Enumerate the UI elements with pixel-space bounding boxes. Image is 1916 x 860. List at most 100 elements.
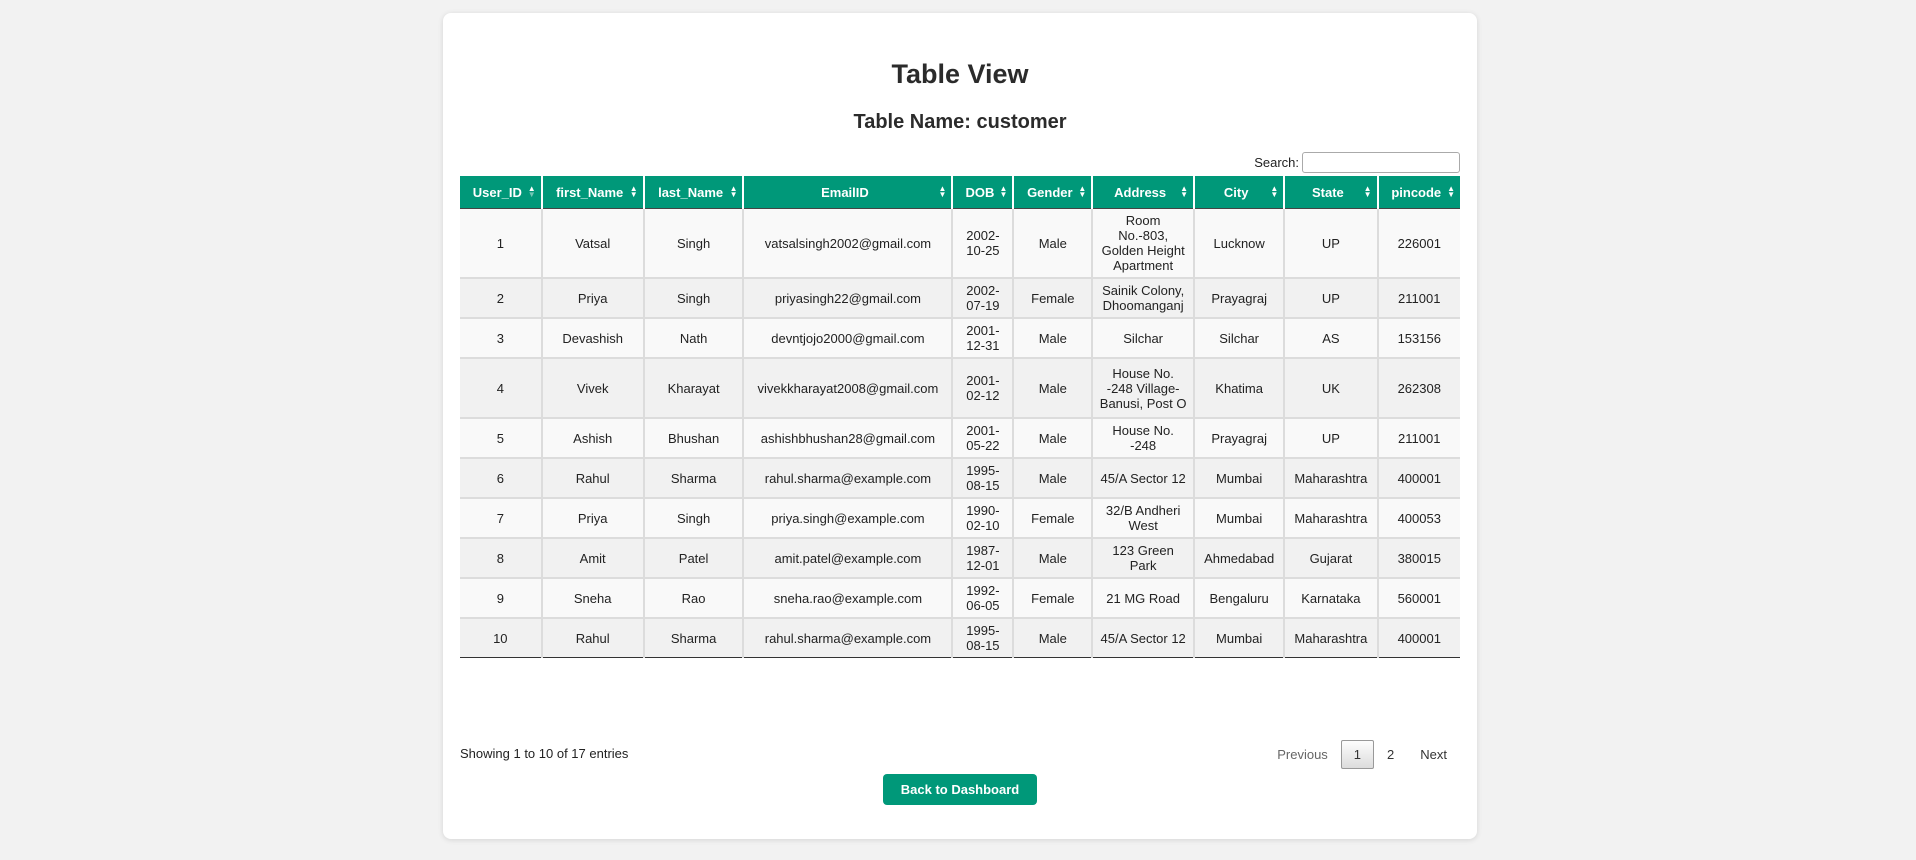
cell-user-id: 2 xyxy=(460,277,542,318)
cell-user-id: 7 xyxy=(460,497,542,538)
table-row: 3 Devashish Nath devntjojo2000@gmail.com 200… xyxy=(460,317,1460,358)
cell-state: Maharashtra xyxy=(1283,617,1378,658)
column-header-city[interactable]: City ▲ ▼ xyxy=(1193,176,1285,209)
cell-city: Ahmedabad xyxy=(1193,537,1285,578)
cell-user-id: 10 xyxy=(460,617,542,658)
previous-page-button[interactable]: Previous xyxy=(1264,740,1341,769)
next-page-button[interactable]: Next xyxy=(1407,740,1460,769)
cell-address: House No. -248 Village-Banusi, Post O xyxy=(1091,357,1195,418)
cell-state: UK xyxy=(1283,357,1378,418)
cell-first-name: Amit xyxy=(540,537,644,578)
column-header-user-id[interactable]: User_ID ▲ ▼ xyxy=(460,176,542,209)
table-row: 10 Rahul Sharma rahul.sharma@example.com 199… xyxy=(460,617,1460,658)
cell-first-name: Devashish xyxy=(540,317,644,358)
cell-last-name: Singh xyxy=(642,208,744,278)
cell-emailid: rahul.sharma@example.com xyxy=(742,617,953,658)
cell-state: UP xyxy=(1283,208,1378,278)
table-row: 5 Ashish Bhushan ashishbhushan28@gmail.com 2… xyxy=(460,417,1460,458)
cell-emailid: amit.patel@example.com xyxy=(742,537,953,578)
cell-gender: Male xyxy=(1012,417,1093,458)
table-header-row: User_ID ▲ ▼ first_Name ▲ ▼ last_Name ▲ ▼ EmailID ▲… xyxy=(460,176,1460,209)
cell-city: Khatima xyxy=(1193,357,1285,418)
cell-gender: Male xyxy=(1012,457,1093,498)
cell-pincode: 400053 xyxy=(1376,497,1460,538)
column-header-label: Address xyxy=(1114,184,1167,200)
column-header-gender[interactable]: Gender ▲ ▼ xyxy=(1012,176,1093,209)
cell-first-name: Rahul xyxy=(540,617,644,658)
cell-dob: 1992-06-05 xyxy=(951,577,1014,618)
cell-dob: 1990-02-10 xyxy=(951,497,1014,538)
cell-city: Lucknow xyxy=(1193,208,1285,278)
search-input[interactable] xyxy=(1302,152,1460,173)
cell-pincode: 262308 xyxy=(1376,357,1460,418)
page-1-button[interactable]: 1 xyxy=(1340,740,1375,769)
table-row: 8 Amit Patel amit.patel@example.com 1987-12-… xyxy=(460,537,1460,578)
column-header-state[interactable]: State ▲ ▼ xyxy=(1283,176,1378,209)
column-header-label: last_Name xyxy=(658,184,724,200)
cell-emailid: devntjojo2000@gmail.com xyxy=(742,317,953,358)
cell-address: House No. -248 xyxy=(1091,417,1195,458)
table-row: 1 Vatsal Singh vatsalsingh2002@gmail.com 200… xyxy=(460,208,1460,278)
table-row: 4 Vivek Kharayat vivekkharayat2008@gmail.co… xyxy=(460,357,1460,418)
sort-icon: ▲ ▼ xyxy=(1447,184,1455,199)
cell-last-name: Singh xyxy=(642,497,744,538)
column-header-emailid[interactable]: EmailID ▲ ▼ xyxy=(742,176,953,209)
back-to-dashboard-button[interactable]: Back to Dashboard xyxy=(883,774,1037,805)
cell-last-name: Patel xyxy=(642,537,744,578)
column-header-last-name[interactable]: last_Name ▲ ▼ xyxy=(642,176,744,209)
column-header-label: DOB xyxy=(965,184,995,200)
column-header-label: City xyxy=(1223,184,1249,200)
cell-gender: Male xyxy=(1012,357,1093,418)
cell-emailid: ashishbhushan28@gmail.com xyxy=(742,417,953,458)
cell-first-name: Priya xyxy=(540,497,644,538)
cell-last-name: Nath xyxy=(642,317,744,358)
cell-last-name: Bhushan xyxy=(642,417,744,458)
column-header-label: pincode xyxy=(1391,184,1442,200)
cell-state: Maharashtra xyxy=(1283,497,1378,538)
cell-state: UP xyxy=(1283,417,1378,458)
cell-city: Silchar xyxy=(1193,317,1285,358)
sort-icon: ▲ ▼ xyxy=(999,184,1008,199)
cell-emailid: sneha.rao@example.com xyxy=(742,577,953,618)
cell-last-name: Singh xyxy=(642,277,744,318)
cell-gender: Male xyxy=(1012,317,1093,358)
page-2-button[interactable]: 2 xyxy=(1374,740,1407,769)
cell-first-name: Ashish xyxy=(540,417,644,458)
column-header-address[interactable]: Address ▲ ▼ xyxy=(1091,176,1195,209)
cell-state: Gujarat xyxy=(1283,537,1378,578)
search-box: Search: xyxy=(1254,152,1460,173)
column-header-first-name[interactable]: first_Name ▲ ▼ xyxy=(540,176,644,209)
column-header-label: Gender xyxy=(1027,184,1073,200)
table-row: 2 Priya Singh priyasingh22@gmail.com 2002-07… xyxy=(460,277,1460,318)
pagination: Previous 1 2 Next xyxy=(1264,740,1460,769)
cell-address: 45/A Sector 12 xyxy=(1091,457,1195,498)
cell-emailid: vivekkharayat2008@gmail.com xyxy=(742,357,953,418)
cell-city: Prayagraj xyxy=(1193,277,1285,318)
table-row: 9 Sneha Rao sneha.rao@example.com 1992-06-05… xyxy=(460,577,1460,618)
cell-gender: Female xyxy=(1012,277,1093,318)
table-row: 6 Rahul Sharma rahul.sharma@example.com 1995… xyxy=(460,457,1460,498)
table-row: 7 Priya Singh priya.singh@example.com 1990-0… xyxy=(460,497,1460,538)
sort-icon: ▲ ▼ xyxy=(527,184,536,199)
cell-user-id: 9 xyxy=(460,577,542,618)
table-info: Showing 1 to 10 of 17 entries xyxy=(460,746,629,761)
sort-icon: ▲ ▼ xyxy=(729,184,738,199)
cell-state: UP xyxy=(1283,277,1378,318)
cell-last-name: Kharayat xyxy=(642,357,744,418)
cell-last-name: Sharma xyxy=(642,617,744,658)
cell-emailid: priya.singh@example.com xyxy=(742,497,953,538)
cell-first-name: Rahul xyxy=(540,457,644,498)
column-header-pincode[interactable]: pincode ▲ ▼ xyxy=(1376,176,1460,209)
cell-gender: Male xyxy=(1012,617,1093,658)
cell-user-id: 3 xyxy=(460,317,542,358)
cell-pincode: 380015 xyxy=(1376,537,1460,578)
column-header-label: first_Name xyxy=(556,184,624,200)
cell-gender: Male xyxy=(1012,537,1093,578)
sort-icon: ▲ ▼ xyxy=(1078,184,1087,199)
cell-city: Prayagraj xyxy=(1193,417,1285,458)
cell-city: Mumbai xyxy=(1193,457,1285,498)
column-header-label: State xyxy=(1311,184,1344,200)
customer-table: User_ID ▲ ▼ first_Name ▲ ▼ last_Name ▲ ▼ EmailID ▲… xyxy=(460,176,1460,658)
column-header-dob[interactable]: DOB ▲ ▼ xyxy=(951,176,1014,209)
cell-user-id: 8 xyxy=(460,537,542,578)
